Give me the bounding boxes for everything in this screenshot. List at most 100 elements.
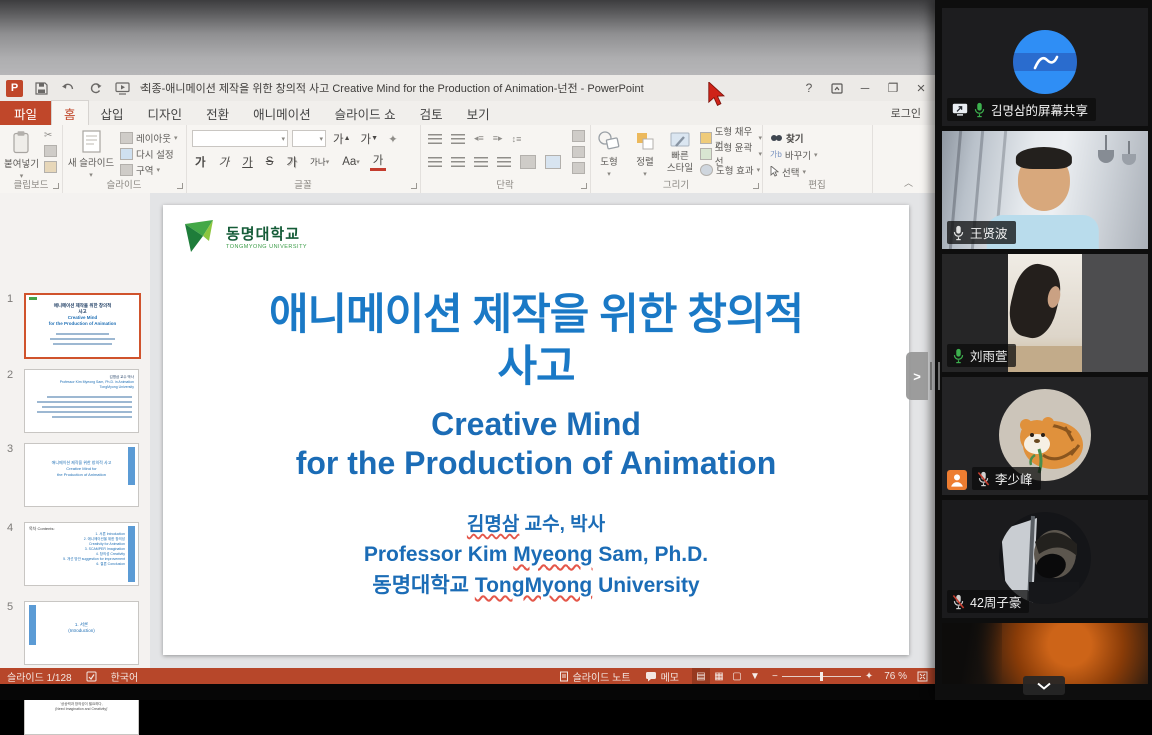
drawing-dialog-launcher[interactable]	[753, 183, 759, 189]
participant-tile-avatar-2[interactable]: 42周子豪	[942, 500, 1148, 618]
align-text-icon[interactable]	[572, 146, 585, 158]
spell-check-icon[interactable]	[79, 668, 104, 684]
sidebar-drag-handle[interactable]	[930, 362, 940, 390]
participant-tile-screenshare[interactable]: 김명삼的屏幕共享	[942, 8, 1148, 126]
slide-title-english[interactable]: Creative Mind for the Production of Anim…	[163, 405, 909, 483]
fit-to-window-icon[interactable]	[910, 668, 935, 684]
align-right-icon[interactable]	[474, 157, 488, 167]
tab-review[interactable]: 검토	[408, 101, 455, 125]
arrange-label: 정렬	[636, 154, 653, 168]
tab-transitions[interactable]: 전환	[194, 101, 241, 125]
justify-icon[interactable]	[497, 157, 511, 167]
font-name-input[interactable]: ▾	[192, 130, 288, 147]
bullets-icon[interactable]	[428, 134, 442, 144]
zoom-percentage[interactable]: 76 %	[881, 668, 910, 684]
tab-insert[interactable]: 삽입	[89, 101, 136, 125]
participant-tile-video-2[interactable]: 刘雨萱	[942, 254, 1148, 372]
shapes-button[interactable]: 도형 ▾	[592, 125, 626, 178]
bold-button[interactable]: 가	[192, 154, 209, 170]
font-dialog-launcher[interactable]	[411, 183, 417, 189]
copy-icon[interactable]	[44, 145, 57, 157]
collapse-sidebar-button[interactable]: >	[906, 352, 928, 400]
clipboard-dialog-launcher[interactable]	[53, 183, 59, 189]
slides-dialog-launcher[interactable]	[177, 183, 183, 189]
restore-button[interactable]: ❐	[879, 75, 907, 101]
more-participants-button[interactable]	[1023, 676, 1065, 695]
university-logo[interactable]: 동명대학교 TONGMYONG UNIVERSITY	[183, 219, 307, 253]
participant-tile-video-1[interactable]: 王贤波	[942, 131, 1148, 249]
grow-font-button[interactable]: 가▲	[330, 131, 354, 147]
format-painter-icon[interactable]	[44, 161, 57, 173]
clear-formatting-button[interactable]: ✦	[385, 131, 401, 147]
font-size-input[interactable]: ▾	[292, 130, 326, 147]
quick-styles-label1: 빠른	[671, 152, 688, 162]
replace-button[interactable]: 가b 바꾸기▾	[770, 147, 818, 162]
convert-smartart-icon[interactable]	[572, 162, 585, 174]
participant-tile-avatar-1[interactable]: 李少峰	[942, 377, 1148, 495]
italic-button[interactable]: 가	[216, 154, 233, 170]
arrange-button[interactable]: 정렬 ▾	[628, 125, 662, 178]
zoom-out-icon[interactable]: −	[768, 671, 782, 682]
shape-effects-button[interactable]: 도형 효과▾	[700, 162, 762, 177]
close-button[interactable]: ×	[907, 75, 935, 101]
slide-title-korean[interactable]: 애니메이션 제작을 위한 창의적 사고	[163, 289, 909, 393]
zoom-in-icon[interactable]: ✦	[861, 671, 877, 682]
paste-button[interactable]: 붙여넣기 ▾	[4, 125, 39, 180]
reset-button[interactable]: 다시 설정	[120, 146, 177, 161]
slide-author-block[interactable]: 김명삼 교수, 박사 Professor Kim Myeong Sam, Ph.…	[163, 510, 909, 601]
increase-indent-icon[interactable]: ≡▸	[493, 133, 503, 144]
text-direction-icon[interactable]	[572, 130, 585, 142]
cut-icon[interactable]: ✂	[44, 130, 57, 141]
reading-view-button[interactable]: ▢	[728, 668, 746, 684]
comments-button[interactable]: 메모	[638, 668, 686, 684]
tab-file[interactable]: 파일	[0, 101, 51, 125]
text-shadow-button[interactable]: 가	[283, 154, 300, 170]
columns-icon[interactable]	[520, 155, 536, 169]
sign-in-link[interactable]: 로그인	[891, 101, 935, 125]
shrink-font-button[interactable]: 가▼	[358, 131, 382, 147]
normal-view-button[interactable]: ▤	[692, 668, 710, 684]
align-center-icon[interactable]	[451, 157, 465, 167]
paragraph-dialog-launcher[interactable]	[581, 183, 587, 189]
font-color-button[interactable]: 가	[370, 152, 387, 171]
language-indicator[interactable]: 한국어	[104, 668, 146, 684]
participant-name: 刘雨萱	[970, 346, 1008, 365]
slide-thumbnail-4[interactable]: 목차 Contents: 1. 서론 Introduction 2. 애니메이션…	[24, 522, 139, 586]
ribbon-display-options-button[interactable]	[823, 75, 851, 101]
numbering-icon[interactable]	[451, 134, 465, 144]
tab-animations[interactable]: 애니메이션	[241, 101, 323, 125]
align-left-icon[interactable]	[428, 157, 442, 167]
new-slide-button[interactable]: 새 슬라이드 ▾	[65, 125, 117, 179]
section-button[interactable]: 구역▾	[120, 162, 177, 177]
collapse-ribbon-icon[interactable]: ︿	[904, 176, 913, 189]
tab-slideshow[interactable]: 슬라이드 쇼	[323, 101, 408, 125]
strikethrough-button[interactable]: S	[263, 154, 277, 170]
underline-button[interactable]: 가	[239, 154, 256, 170]
find-button[interactable]: 찾기	[770, 130, 818, 145]
participant-tile-partial[interactable]	[942, 623, 1148, 684]
slide-thumbnail-3[interactable]: 애니메이션 제작을 위한 창의적 사고 Creative Mind for th…	[24, 443, 139, 507]
help-button[interactable]: ?	[795, 75, 823, 101]
quick-styles-button[interactable]: 빠른 스타일	[662, 125, 698, 174]
slide-thumbnail-5[interactable]: 1. 서론 (Introduction)	[24, 601, 139, 665]
slide-canvas[interactable]: 동명대학교 TONGMYONG UNIVERSITY 애니메이션 제작을 위한 …	[163, 205, 909, 655]
smartart-convert-icon[interactable]	[545, 155, 561, 169]
change-case-button[interactable]: Aa▾	[339, 154, 363, 170]
notes-button[interactable]: 슬라이드 노트	[552, 668, 638, 684]
editing-group-label: 편집	[762, 177, 872, 191]
slide-sorter-view-button[interactable]: ▦	[710, 668, 728, 684]
slideshow-view-button[interactable]: ▼	[746, 668, 764, 684]
shape-outline-button[interactable]: 도형 윤곽선▾	[700, 146, 762, 161]
slide-thumbnail-1[interactable]: 애니메이션 제작을 위한 창의적 사고 Creative Mind for th…	[24, 293, 141, 359]
minimize-button[interactable]: ─	[851, 75, 879, 101]
mic-muted-icon	[952, 594, 965, 610]
slide-thumbnail-2[interactable]: 김명삼 교수 박사 Professor Kim Myeong Sam, Ph.D…	[24, 369, 139, 433]
tab-design[interactable]: 디자인	[136, 101, 195, 125]
layout-button[interactable]: 레이아웃▾	[120, 130, 177, 145]
character-spacing-button[interactable]: 가나▾	[307, 154, 332, 170]
line-spacing-icon[interactable]: ↕≡	[512, 134, 522, 144]
decrease-indent-icon[interactable]: ◂≡	[474, 133, 484, 144]
tab-home[interactable]: 홈	[51, 100, 89, 125]
zoom-slider[interactable]: − ✦	[764, 668, 881, 684]
tab-view[interactable]: 보기	[455, 101, 502, 125]
